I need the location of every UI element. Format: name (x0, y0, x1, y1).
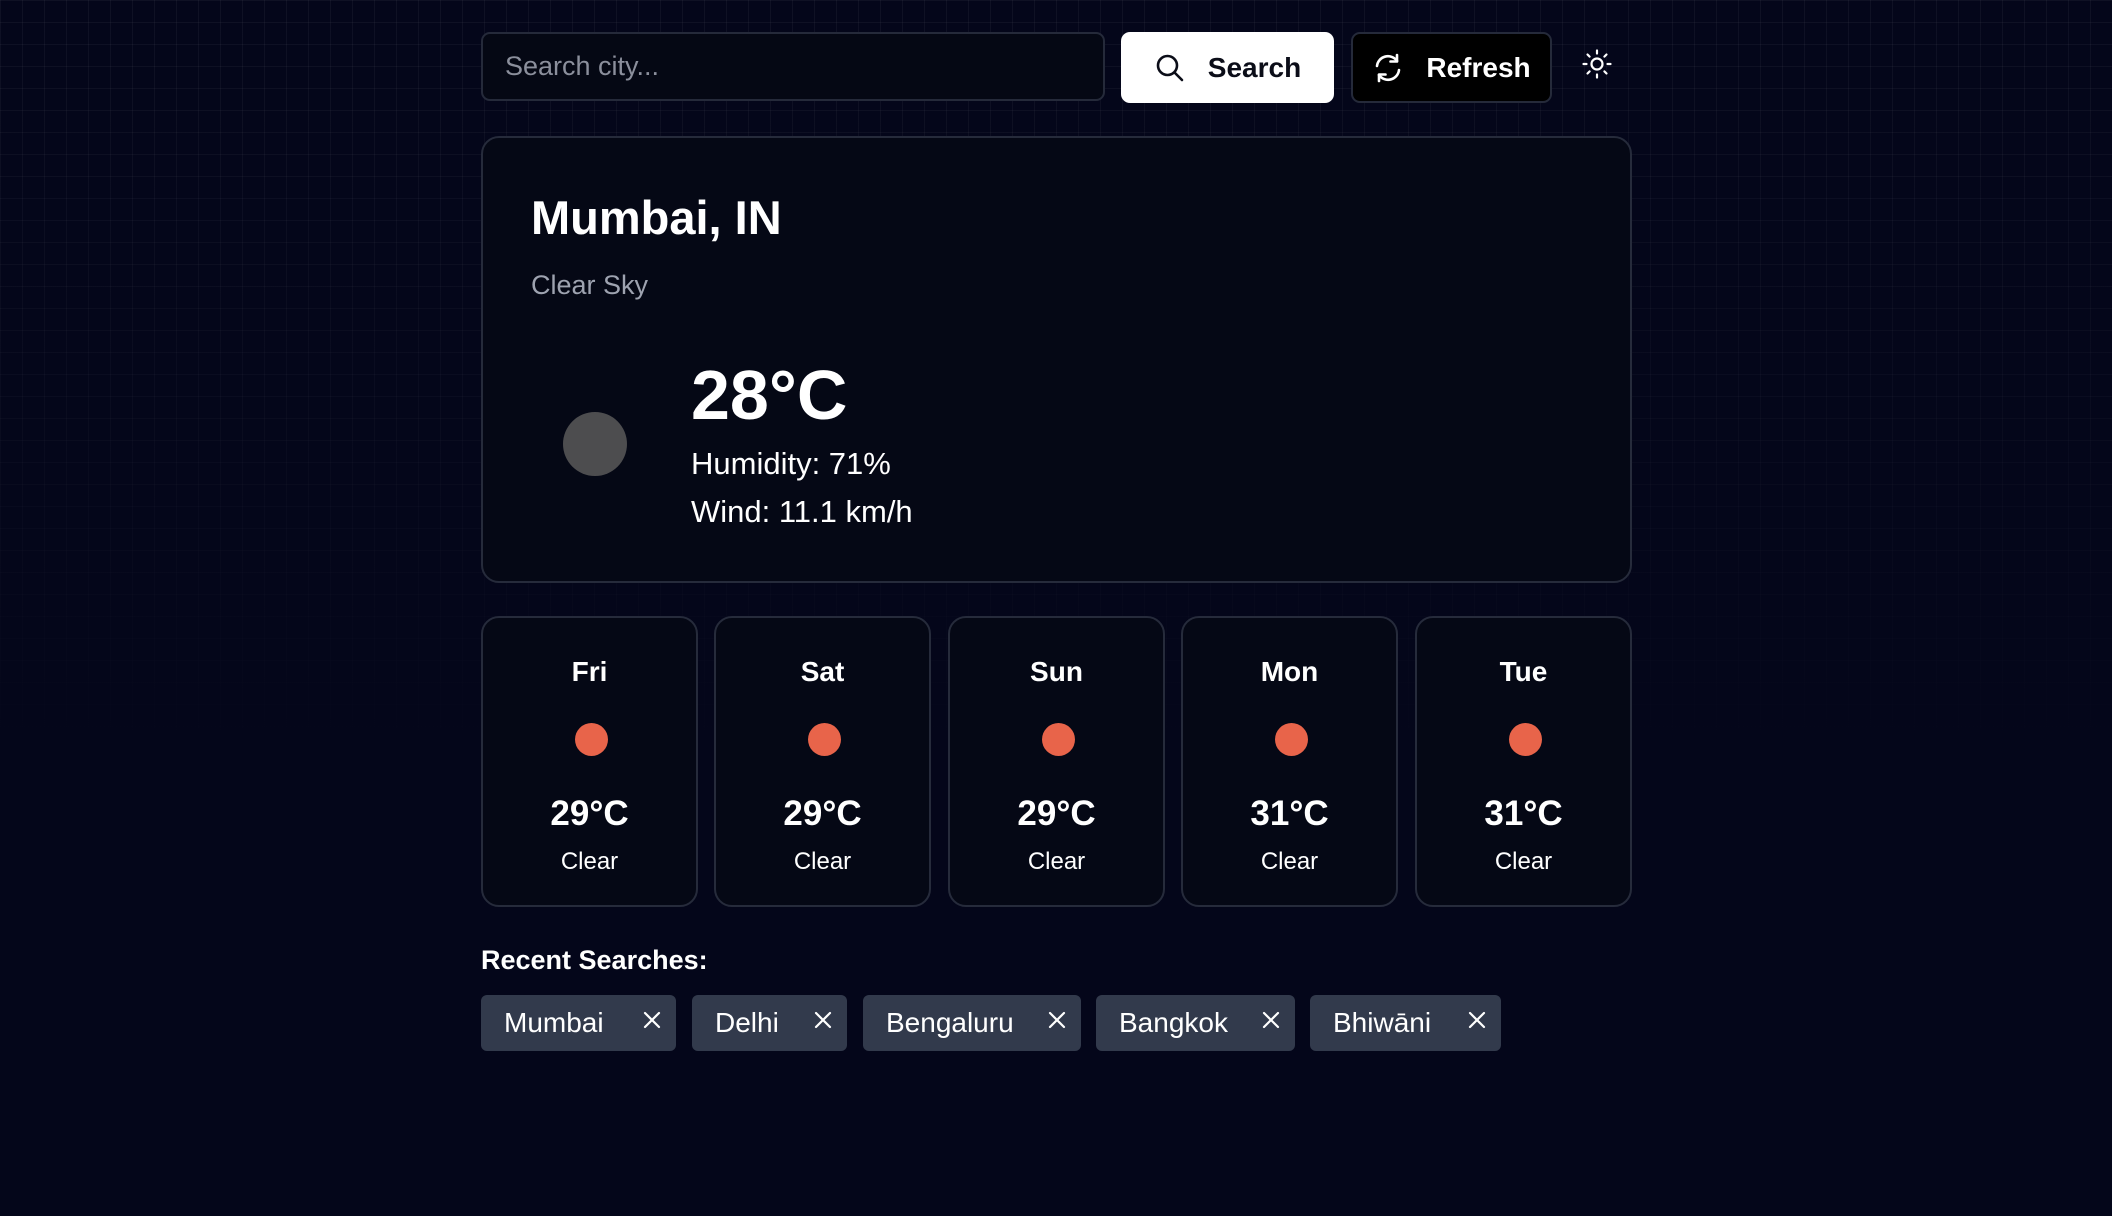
forecast-temp: 31°C (1484, 794, 1563, 833)
forecast-temp: 29°C (550, 794, 629, 833)
refresh-icon (1372, 52, 1404, 84)
wind-text: Wind: 11.1 km/h (691, 494, 913, 529)
forecast-desc: Clear (560, 848, 619, 875)
forecast-day: Sun (1030, 656, 1083, 687)
humidity-text: Humidity: 71% (691, 446, 891, 481)
forecast-card: Mon 31°C Clear (1181, 616, 1398, 907)
forecast-temp: 31°C (1250, 794, 1329, 833)
forecast-card: Sat 29°C Clear (714, 616, 931, 907)
forecast-day: Mon (1260, 656, 1319, 687)
condition-text: Clear Sky (531, 270, 649, 300)
current-weather-card: Mumbai, IN Clear Sky 28°C Humidity: 71% … (481, 136, 1632, 583)
forecast-day: Fri (571, 656, 608, 687)
recent-search-chip[interactable]: Mumbai (481, 995, 676, 1051)
city-title: Mumbai, IN (531, 191, 782, 244)
search-button-label: Search (1207, 51, 1302, 83)
refresh-button-label: Refresh (1426, 51, 1531, 83)
search-button[interactable]: Search (1121, 32, 1334, 103)
forecast-day: Sat (800, 656, 845, 687)
sun-icon (808, 723, 841, 756)
recent-search-chip[interactable]: Bengaluru (863, 995, 1081, 1051)
close-icon[interactable] (1258, 1007, 1284, 1033)
search-icon (1154, 52, 1186, 84)
forecast-row: Fri 29°C Clear Sat 29°C Clear Sun 29°C C… (481, 616, 1632, 907)
recent-search-chip[interactable]: Bhiwāni (1310, 995, 1501, 1051)
forecast-desc: Clear (1494, 848, 1553, 875)
theme-toggle-button[interactable] (1579, 48, 1615, 84)
close-icon[interactable] (639, 1007, 665, 1033)
sun-icon (1581, 48, 1613, 85)
top-bar: Search Refresh (481, 32, 1632, 103)
forecast-desc: Clear (1260, 848, 1319, 875)
recent-search-label: Delhi (715, 1007, 779, 1038)
forecast-day: Tue (1499, 656, 1548, 687)
forecast-card: Tue 31°C Clear (1415, 616, 1632, 907)
forecast-desc: Clear (793, 848, 852, 875)
close-icon[interactable] (1044, 1007, 1070, 1033)
forecast-temp: 29°C (783, 794, 862, 833)
sun-icon (1509, 723, 1542, 756)
forecast-desc: Clear (1027, 848, 1086, 875)
forecast-card: Fri 29°C Clear (481, 616, 698, 907)
recent-search-label: Mumbai (504, 1007, 604, 1038)
forecast-card: Sun 29°C Clear (948, 616, 1165, 907)
weather-icon (563, 412, 627, 476)
sun-icon (575, 723, 608, 756)
current-temperature: 28°C (691, 356, 848, 434)
forecast-temp: 29°C (1017, 794, 1096, 833)
recent-searches-title: Recent Searches: (481, 945, 708, 975)
recent-search-label: Bangkok (1119, 1007, 1228, 1038)
search-input[interactable] (481, 32, 1105, 101)
recent-search-label: Bhiwāni (1333, 1007, 1432, 1038)
recent-search-chip[interactable]: Delhi (692, 995, 847, 1051)
refresh-button[interactable]: Refresh (1351, 32, 1552, 103)
sun-icon (1275, 723, 1308, 756)
recent-search-chip[interactable]: Bangkok (1096, 995, 1295, 1051)
recent-search-label: Bengaluru (886, 1007, 1014, 1038)
close-icon[interactable] (1464, 1007, 1490, 1033)
sun-icon (1042, 723, 1075, 756)
weather-app: Search Refresh (481, 32, 1632, 1051)
close-icon[interactable] (810, 1007, 836, 1033)
